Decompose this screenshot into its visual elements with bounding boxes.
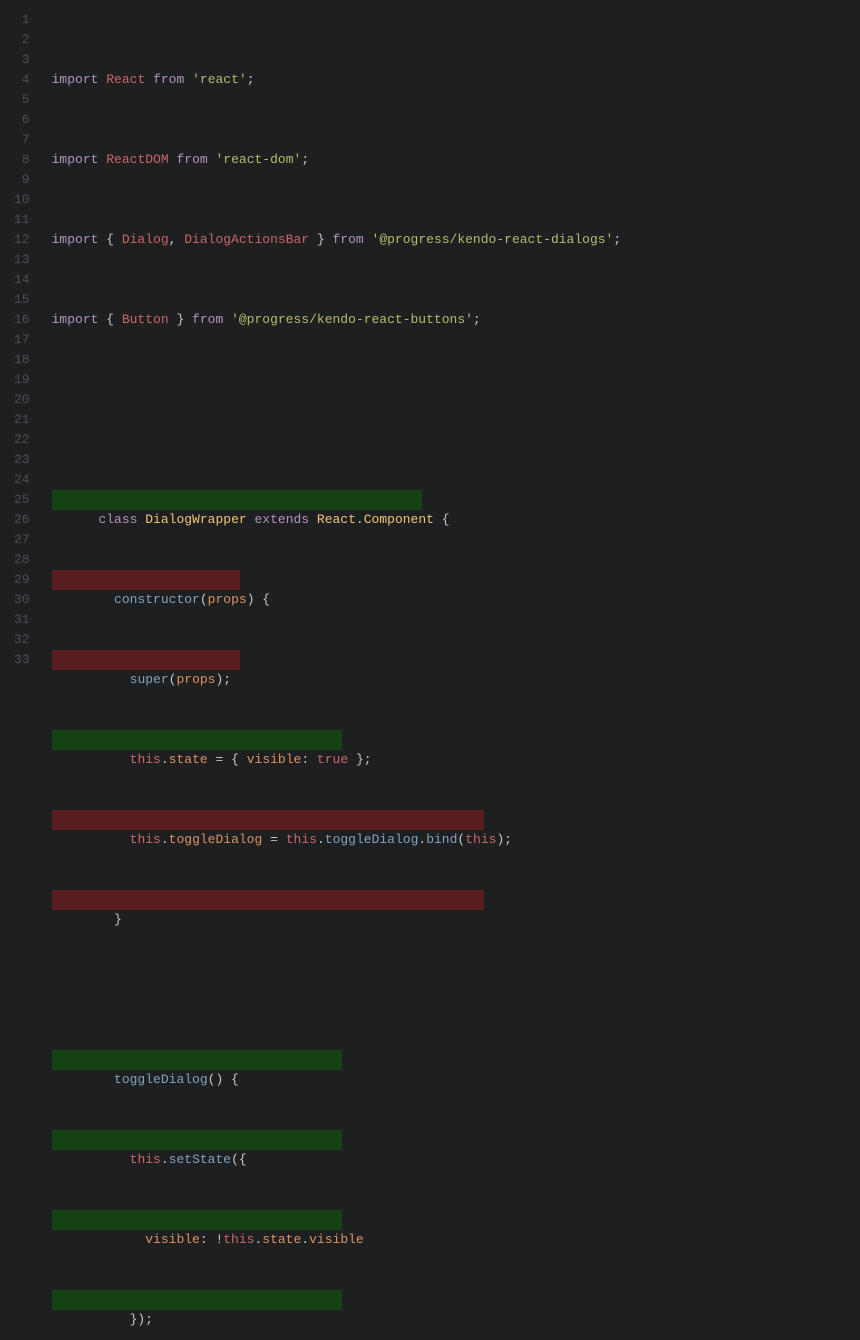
line-number: 14 bbox=[14, 270, 30, 290]
line-number: 27 bbox=[14, 530, 30, 550]
diff-added-highlight bbox=[52, 730, 342, 750]
line-number: 4 bbox=[14, 70, 30, 90]
line-number: 18 bbox=[14, 350, 30, 370]
line-number: 31 bbox=[14, 610, 30, 630]
line-number: 19 bbox=[14, 370, 30, 390]
line-number: 28 bbox=[14, 550, 30, 570]
code-line bbox=[52, 390, 860, 410]
line-number: 9 bbox=[14, 170, 30, 190]
line-number: 22 bbox=[14, 430, 30, 450]
code-line: this.setState({ bbox=[52, 1110, 860, 1130]
code-line: class DialogWrapper extends React.Compon… bbox=[52, 470, 860, 490]
diff-added-highlight bbox=[52, 1290, 342, 1310]
line-number: 23 bbox=[14, 450, 30, 470]
line-number: 11 bbox=[14, 210, 30, 230]
diff-added-highlight bbox=[52, 1210, 342, 1230]
code-line bbox=[52, 950, 860, 970]
line-number: 12 bbox=[14, 230, 30, 250]
line-number: 33 bbox=[14, 650, 30, 670]
code-line: }); bbox=[52, 1270, 860, 1290]
code-line: constructor(props) { bbox=[52, 550, 860, 570]
line-number: 6 bbox=[14, 110, 30, 130]
code-line: import ReactDOM from 'react-dom'; bbox=[52, 150, 860, 170]
code-line: import { Dialog, DialogActionsBar } from… bbox=[52, 230, 860, 250]
code-editor[interactable]: 1234567891011121314151617181920212223242… bbox=[0, 0, 860, 670]
line-number: 10 bbox=[14, 190, 30, 210]
code-line: this.toggleDialog = this.toggleDialog.bi… bbox=[52, 790, 860, 810]
line-number: 3 bbox=[14, 50, 30, 70]
line-number: 30 bbox=[14, 590, 30, 610]
code-line: } bbox=[52, 870, 860, 890]
diff-added-highlight bbox=[52, 1050, 342, 1070]
line-number: 29 bbox=[14, 570, 30, 590]
line-number: 20 bbox=[14, 390, 30, 410]
line-number: 7 bbox=[14, 130, 30, 150]
code-line: super(props); bbox=[52, 630, 860, 650]
line-number: 13 bbox=[14, 250, 30, 270]
line-number: 5 bbox=[14, 90, 30, 110]
line-number: 21 bbox=[14, 410, 30, 430]
line-number: 24 bbox=[14, 470, 30, 490]
diff-removed-highlight bbox=[52, 570, 240, 590]
line-number: 17 bbox=[14, 330, 30, 350]
line-number: 16 bbox=[14, 310, 30, 330]
code-line: toggleDialog() { bbox=[52, 1030, 860, 1050]
diff-removed-highlight bbox=[52, 650, 240, 670]
line-number: 15 bbox=[14, 290, 30, 310]
code-line: this.state = { visible: true }; bbox=[52, 710, 860, 730]
line-number: 8 bbox=[14, 150, 30, 170]
line-number: 25 bbox=[14, 490, 30, 510]
line-number: 1 bbox=[14, 10, 30, 30]
code-line: visible: !this.state.visible bbox=[52, 1190, 860, 1210]
code-line: import { Button } from '@progress/kendo-… bbox=[52, 310, 860, 330]
line-number-gutter: 1234567891011121314151617181920212223242… bbox=[0, 0, 44, 670]
diff-added-highlight bbox=[52, 1130, 342, 1150]
line-number: 32 bbox=[14, 630, 30, 650]
diff-removed-highlight bbox=[52, 890, 484, 910]
diff-added-highlight bbox=[52, 490, 422, 510]
code-area[interactable]: import React from 'react'; import ReactD… bbox=[44, 0, 860, 670]
line-number: 2 bbox=[14, 30, 30, 50]
line-number: 26 bbox=[14, 510, 30, 530]
code-line: import React from 'react'; bbox=[52, 70, 860, 90]
diff-removed-highlight bbox=[52, 810, 484, 830]
